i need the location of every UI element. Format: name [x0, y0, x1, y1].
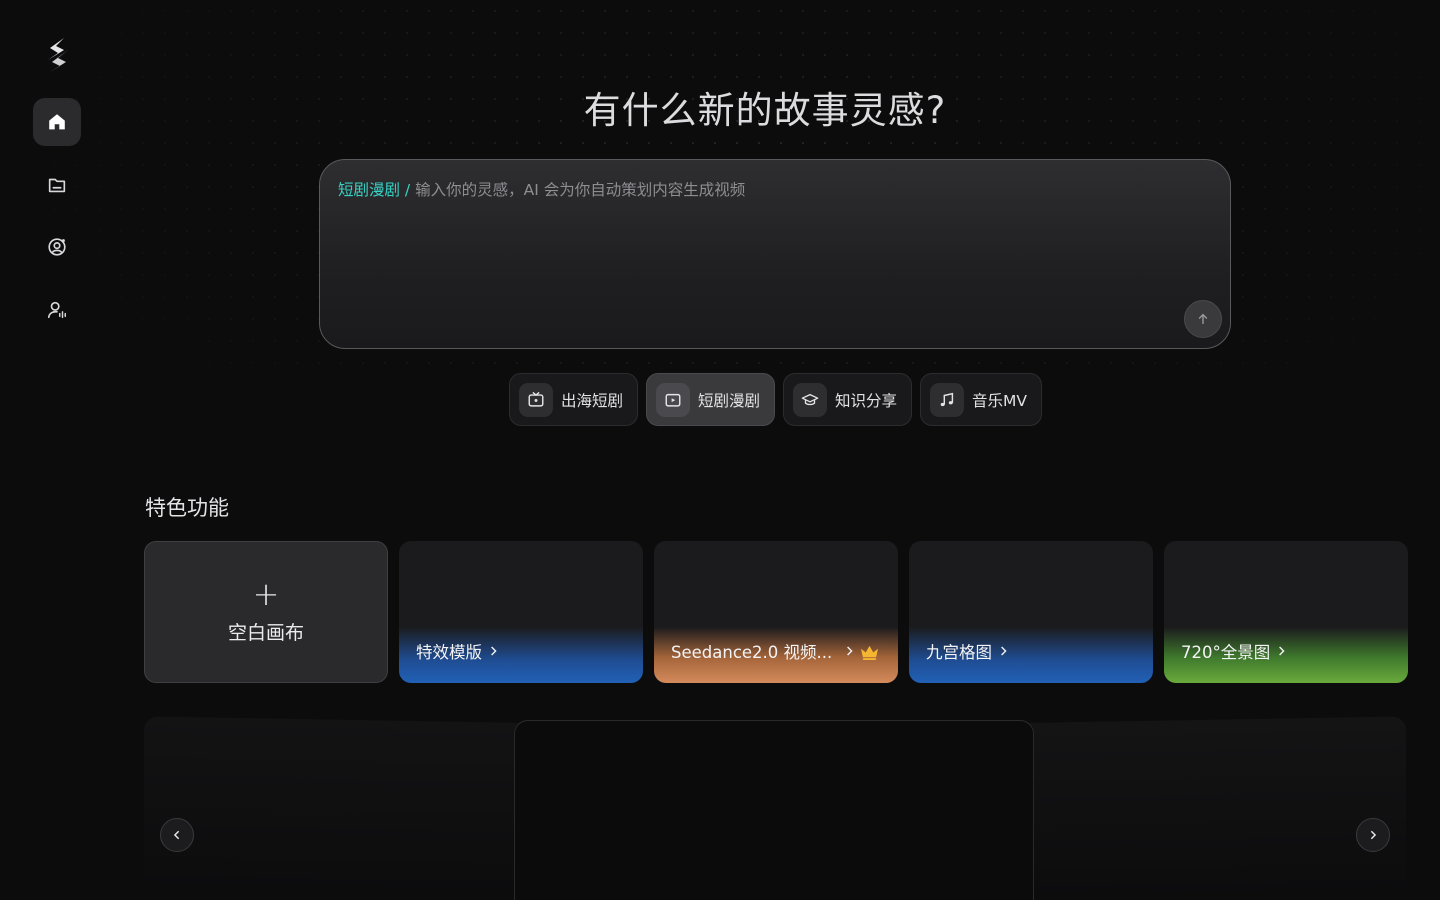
user-circle-icon	[48, 238, 66, 256]
mode-selector: 出海短剧 短剧漫剧 知识分享 音乐MV	[509, 373, 1043, 426]
chevron-left-icon	[173, 830, 180, 840]
card-title: 720°全景图	[1181, 643, 1271, 662]
music-note-icon	[930, 382, 965, 417]
feature-card-seedance[interactable]: Seedance2.0 视频...	[654, 541, 898, 683]
plus-icon: +	[252, 574, 280, 613]
carousel-slide-left[interactable]	[144, 716, 560, 900]
user-voice-icon	[47, 301, 66, 319]
page-title: 有什么新的故事灵感?	[583, 89, 947, 132]
graduation-cap-icon	[793, 382, 828, 417]
arrow-up-icon	[1198, 313, 1208, 325]
mode-label: 知识分享	[835, 391, 898, 410]
feature-card-effects-template[interactable]: 特效模版	[399, 541, 643, 683]
mode-music-mv[interactable]: 音乐MV	[920, 373, 1043, 426]
mode-label: 音乐MV	[972, 391, 1028, 410]
blank-canvas-card[interactable]: + 空白画布	[144, 541, 388, 683]
carousel-slide-right[interactable]	[989, 716, 1406, 900]
feature-card-nine-grid[interactable]: 九宫格图	[909, 541, 1153, 683]
crown-icon	[861, 645, 878, 661]
carousel-slide-center[interactable]	[514, 720, 1034, 900]
logo-icon	[48, 38, 68, 72]
mode-knowledge-share[interactable]: 知识分享	[783, 373, 913, 426]
card-label: Seedance2.0 视频...	[671, 639, 854, 663]
features-title: 特色功能	[145, 496, 229, 520]
folder-icon	[48, 178, 66, 193]
mode-short-drama[interactable]: 短剧漫剧	[646, 373, 776, 426]
card-label: 九宫格图	[926, 639, 1008, 663]
card-title: Seedance2.0 视频...	[671, 643, 833, 662]
carousel-next-button[interactable]	[1356, 818, 1390, 852]
card-title: 特效模版	[416, 643, 482, 662]
mode-label: 短剧漫剧	[698, 391, 761, 410]
prompt-input-box[interactable]: 短剧漫剧 / 输入你的灵感，AI 会为你自动策划内容生成视频	[319, 159, 1231, 349]
tv-icon	[656, 382, 691, 417]
sidebar-item-characters[interactable]	[33, 223, 81, 271]
send-button[interactable]	[1184, 300, 1222, 338]
sidebar-item-voice[interactable]	[33, 286, 81, 334]
app-logo[interactable]	[44, 36, 72, 74]
tv-icon	[519, 382, 553, 417]
prompt-mode-tag: 短剧漫剧 /	[338, 181, 411, 199]
chevron-right-icon	[847, 646, 853, 656]
mode-overseas-drama[interactable]: 出海短剧	[509, 373, 639, 426]
chevron-right-icon	[1001, 646, 1007, 656]
prompt-input[interactable]: 短剧漫剧 / 输入你的灵感，AI 会为你自动策划内容生成视频	[338, 178, 745, 200]
feature-cards: + 空白画布 特效模版 Seedance2.0 视频... 九宫格图 720°全…	[144, 541, 1408, 683]
chevron-right-icon	[491, 646, 497, 656]
carousel-prev-button[interactable]	[160, 818, 194, 852]
mode-label: 出海短剧	[561, 391, 624, 410]
prompt-placeholder: 输入你的灵感，AI 会为你自动策划内容生成视频	[415, 181, 746, 199]
showcase-carousel	[144, 716, 1406, 900]
sidebar	[0, 0, 116, 900]
card-title: 九宫格图	[926, 643, 992, 662]
card-label: 720°全景图	[1181, 639, 1286, 663]
chevron-right-icon	[1370, 830, 1377, 840]
blank-canvas-label: 空白画布	[227, 621, 304, 644]
chevron-right-icon	[1279, 646, 1285, 656]
feature-card-panorama[interactable]: 720°全景图	[1164, 541, 1408, 683]
sidebar-item-projects[interactable]	[33, 161, 81, 209]
card-label: 特效模版	[416, 639, 498, 663]
